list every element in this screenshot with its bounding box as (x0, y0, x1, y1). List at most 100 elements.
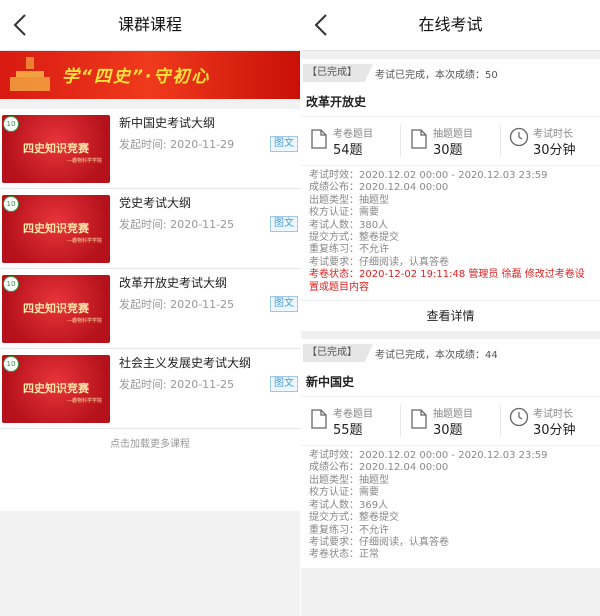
info-value: 抽题型 (359, 474, 389, 486)
state-label: 考卷状态： (309, 549, 359, 561)
course-title: 党史考试大纲 (119, 196, 192, 210)
exam-info-row: 校方认证：需要 (309, 487, 592, 499)
anniversary-badge-icon: 10 (3, 116, 19, 132)
info-key: 校方认证： (309, 207, 359, 219)
thumbnail-title: 四史知识竞赛 (23, 142, 89, 155)
load-more-link[interactable]: 点击加载更多课程 (0, 429, 300, 511)
document-icon (411, 409, 427, 429)
stat-label: 考卷题目 (333, 129, 373, 140)
course-item[interactable]: 10 四史知识竞赛 —趣物科学学院 社会主义发展史考试大纲 发起时间: 2020… (0, 349, 300, 429)
thumbnail-subtitle: —趣物科学学院 (66, 318, 102, 324)
exam-stat: 考试时长 30分钟 (503, 123, 598, 159)
stat-label: 抽题题目 (433, 409, 473, 421)
info-value: 不允许 (359, 244, 389, 256)
info-key: 提交方式： (309, 512, 359, 524)
course-item[interactable]: 10 四史知识竞赛 —趣物科学学院 新中国史考试大纲 发起时间: 2020-11… (0, 109, 300, 189)
exam-info-row: 重复练习：不允许 (309, 525, 592, 537)
course-thumbnail: 10 四史知识竞赛 —趣物科学学院 (2, 275, 110, 343)
stat-label: 考卷题目 (333, 409, 373, 421)
document-icon (411, 129, 427, 149)
course-title: 新中国史考试大纲 (119, 116, 216, 130)
stat-value: 55题 (333, 423, 363, 439)
status-text: 考试已完成，本次成绩：44 (375, 350, 498, 362)
exam-card: 【已完成】 考试已完成，本次成绩：44 新中国史 考卷题目 55题 抽题题目 3… (301, 339, 600, 568)
exam-header: 【已完成】 考试已完成，本次成绩：44 (301, 339, 600, 365)
banner-decoration-icon (10, 57, 50, 91)
info-key: 考试要求： (309, 536, 359, 548)
info-key: 校方认证： (309, 487, 359, 499)
content-type-tag: 图文 (270, 296, 298, 312)
stat-label: 考试时长 (533, 409, 573, 421)
course-thumbnail: 10 四史知识竞赛 —趣物科学学院 (2, 195, 110, 263)
course-thumbnail: 10 四史知识竞赛 —趣物科学学院 (2, 355, 110, 423)
navbar: 在线考试 (301, 0, 600, 51)
exam-info-row: 成绩公布：2020.12.04 00:00 (309, 182, 592, 194)
info-key: 重复练习： (309, 524, 359, 536)
thumbnail-subtitle: —趣物科学学院 (66, 238, 102, 244)
info-value: 2020.12.04 00:00 (359, 462, 449, 474)
stat-value: 30题 (433, 423, 463, 439)
info-value: 不允许 (359, 524, 389, 536)
info-key: 考试时效： (309, 450, 359, 462)
exam-stats: 考卷题目 54题 抽题题目 30题 考试时长 30分钟 (301, 116, 600, 166)
exam-name: 新中国史 (306, 375, 355, 390)
course-date: 发起时间: 2020-11-25 (119, 218, 235, 231)
exam-info: 考试时效：2020.12.02 00:00 - 2020.12.03 23:59… (301, 166, 600, 300)
info-key: 考试人数： (309, 219, 359, 231)
thumbnail-title: 四史知识竞赛 (23, 382, 89, 395)
info-key: 成绩公布： (309, 462, 359, 474)
exam-stat: 考卷题目 55题 (303, 403, 398, 439)
document-icon (311, 409, 327, 429)
page-title: 课群课程 (117, 15, 182, 34)
exam-state-row: 考卷状态：正常 (309, 549, 592, 561)
exam-info-row: 成绩公布：2020.12.04 00:00 (309, 462, 592, 474)
exam-info-row: 出题类型：抽题型 (309, 195, 592, 207)
info-value: 需要 (359, 207, 379, 219)
info-value: 仔细阅读，认真答卷 (359, 536, 449, 548)
content-type-tag: 图文 (270, 136, 298, 152)
info-value: 369人 (359, 499, 389, 511)
thumbnail-subtitle: —趣物科学学院 (66, 398, 102, 404)
course-item[interactable]: 10 四史知识竞赛 —趣物科学学院 改革开放史考试大纲 发起时间: 2020-1… (0, 269, 300, 349)
info-value: 2020.12.02 00:00 - 2020.12.03 23:59 (359, 170, 548, 181)
info-value: 抽题型 (359, 194, 389, 206)
course-date: 发起时间: 2020-11-25 (119, 378, 235, 391)
online-exam-panel: 在线考试 【已完成】 考试已完成，本次成绩：50 改革开放史 考卷题目 54题 … (301, 0, 600, 616)
info-value: 需要 (359, 487, 379, 499)
thumbnail-title: 四史知识竞赛 (23, 222, 89, 235)
state-value: 正常 (359, 549, 379, 561)
course-item[interactable]: 10 四史知识竞赛 —趣物科学学院 党史考试大纲 发起时间: 2020-11-2… (0, 189, 300, 269)
info-value: 整卷提交 (359, 232, 399, 244)
exam-info-row: 考试时效：2020.12.02 00:00 - 2020.12.03 23:59 (309, 450, 592, 462)
exam-stat: 考卷题目 54题 (303, 123, 398, 159)
status-text: 考试已完成，本次成绩：50 (375, 70, 498, 81)
exam-info-row: 考试时效：2020.12.02 00:00 - 2020.12.03 23:59 (309, 170, 592, 182)
exam-header: 【已完成】 考试已完成，本次成绩：50 (301, 59, 600, 85)
exam-stats: 考卷题目 55题 抽题题目 30题 考试时长 30分钟 (301, 396, 600, 447)
exam-card: 【已完成】 考试已完成，本次成绩：50 改革开放史 考卷题目 54题 抽题题目 … (301, 59, 600, 332)
info-value: 2020.12.04 00:00 (359, 182, 449, 194)
exam-name: 改革开放史 (306, 95, 367, 109)
course-date: 发起时间: 2020-11-25 (119, 298, 235, 311)
info-key: 出题类型： (309, 474, 359, 486)
exam-info-row: 考试要求：仔细阅读，认真答卷 (309, 257, 592, 269)
info-key: 成绩公布： (309, 182, 359, 194)
content-type-tag: 图文 (270, 376, 298, 392)
stat-value: 30分钟 (533, 423, 576, 439)
exam-stat: 抽题题目 30题 (403, 403, 498, 439)
status-tag: 【已完成】 (303, 64, 373, 82)
course-list: 10 四史知识竞赛 —趣物科学学院 新中国史考试大纲 发起时间: 2020-11… (0, 109, 300, 429)
course-thumbnail: 10 四史知识竞赛 —趣物科学学院 (2, 115, 110, 183)
content-type-tag: 图文 (270, 216, 298, 232)
exam-info-row: 提交方式：整卷提交 (309, 512, 592, 524)
page-title: 在线考试 (418, 15, 483, 34)
info-value: 2020.12.02 00:00 - 2020.12.03 23:59 (359, 450, 548, 462)
thumbnail-title: 四史知识竞赛 (23, 302, 89, 315)
view-details-button[interactable]: 查看详情 (301, 300, 600, 331)
exam-info-row: 考试人数：369人 (309, 500, 592, 512)
clock-icon (509, 407, 529, 427)
stat-label: 考试时长 (533, 129, 573, 140)
exam-info-row: 提交方式：整卷提交 (309, 232, 592, 244)
thumbnail-subtitle: —趣物科学学院 (66, 158, 102, 164)
state-label: 考卷状态： (309, 269, 359, 281)
